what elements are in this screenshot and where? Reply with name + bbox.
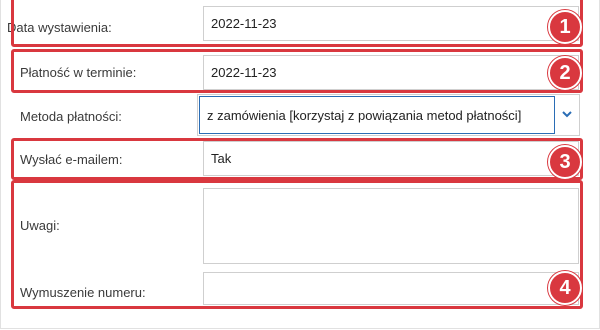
payment-method-select[interactable]: z zamówienia [korzystaj z powiązania met… bbox=[197, 94, 580, 136]
payment-method-value: z zamówienia [korzystaj z powiązania met… bbox=[207, 107, 522, 123]
highlight-frame-4 bbox=[11, 180, 583, 309]
badge-4: 4 bbox=[548, 271, 582, 305]
highlight-frame-3 bbox=[11, 138, 583, 180]
highlight-frame-2 bbox=[11, 49, 583, 93]
highlight-frame-1 bbox=[11, 0, 583, 47]
badge-3: 3 bbox=[548, 145, 582, 179]
chevron-down-icon[interactable] bbox=[561, 108, 573, 120]
badge-2: 2 bbox=[548, 56, 582, 90]
payment-method-selected: z zamówienia [korzystaj z powiązania met… bbox=[199, 96, 555, 134]
payment-method-label: Metoda płatności: bbox=[20, 109, 122, 124]
badge-1: 1 bbox=[548, 10, 582, 44]
